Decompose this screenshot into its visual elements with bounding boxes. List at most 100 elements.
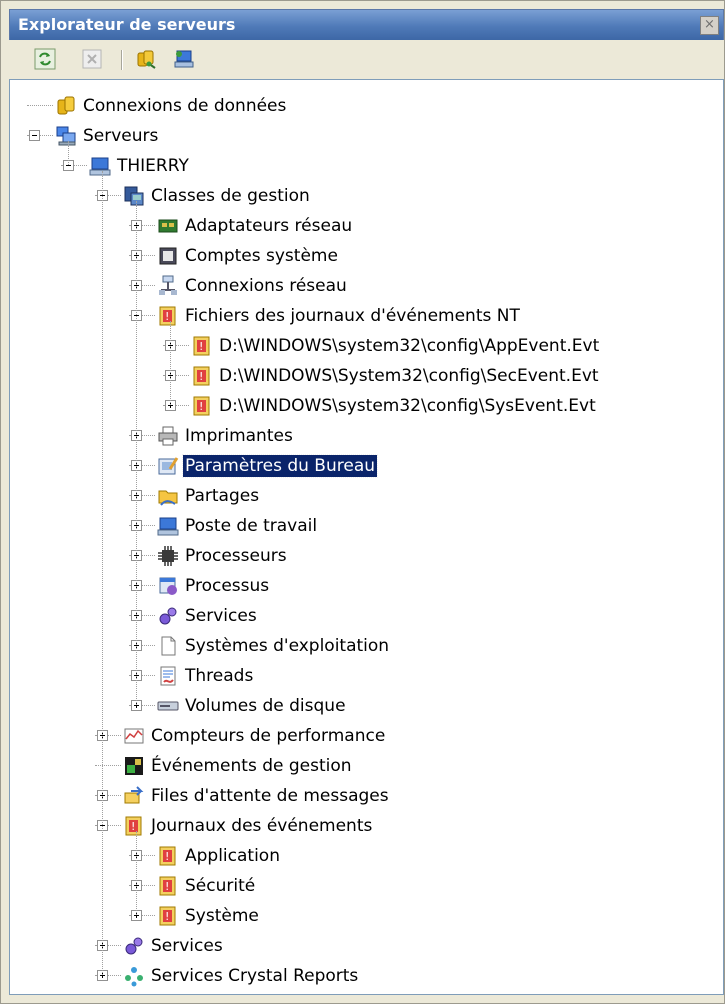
tree-node-label[interactable]: Connexions de données <box>81 95 288 117</box>
tree-node[interactable]: ! Journaux des événements <box>10 812 710 840</box>
event-log-icon: ! <box>123 815 145 837</box>
tree-node-label[interactable]: Processeurs <box>183 545 289 567</box>
system-account-icon <box>157 245 179 267</box>
tree-node-label[interactable]: Compteurs de performance <box>149 725 387 747</box>
network-card-icon <box>157 215 179 237</box>
toolbar <box>9 40 724 78</box>
title-bar[interactable]: Explorateur de serveurs × <box>9 9 724 41</box>
tree-node[interactable]: Compteurs de performance <box>10 722 710 750</box>
tree-node[interactable]: Services <box>10 602 710 630</box>
connect-server-button[interactable] <box>173 48 195 70</box>
tree-node[interactable]: Processus <box>10 572 710 600</box>
tree-connector <box>27 105 53 106</box>
tree-node-label[interactable]: Application <box>183 845 282 867</box>
tree-node-label[interactable]: Journaux des événements <box>149 815 374 837</box>
server-tree[interactable]: Connexions de données Serveurs THIERRY Clas… <box>9 79 724 995</box>
tree-node-label[interactable]: Services Crystal Reports <box>149 965 360 987</box>
computer-icon <box>89 155 111 177</box>
tree-node-label[interactable]: Services <box>183 605 259 627</box>
tree-guide-line <box>136 201 137 705</box>
process-icon <box>157 575 179 597</box>
collapse-icon[interactable] <box>29 130 40 141</box>
management-classes-icon <box>123 185 145 207</box>
svg-text:!: ! <box>199 340 203 353</box>
event-log-icon: ! <box>191 365 213 387</box>
tree-node-label[interactable]: Comptes système <box>183 245 340 267</box>
close-icon[interactable]: × <box>700 16 719 35</box>
tree-node[interactable]: Événements de gestion <box>10 752 710 780</box>
tree-node-label[interactable]: Files d'attente de messages <box>149 785 391 807</box>
tree-node[interactable]: Comptes système <box>10 242 710 270</box>
tree-node-label[interactable]: Sécurité <box>183 875 257 897</box>
tree-node[interactable]: ! D:\WINDOWS\system32\config\AppEvent.Evt <box>10 332 710 360</box>
tree-node[interactable]: Partages <box>10 482 710 510</box>
tree-node-label[interactable]: Adaptateurs réseau <box>183 215 354 237</box>
tree-node-label[interactable]: Volumes de disque <box>183 695 348 717</box>
tree-node[interactable]: ! Système <box>10 902 710 930</box>
refresh-button[interactable] <box>34 48 56 70</box>
svg-text:!: ! <box>199 370 203 383</box>
stop-icon <box>82 49 102 69</box>
message-queue-icon <box>123 785 145 807</box>
stop-refresh-button[interactable] <box>81 48 103 70</box>
tree-node-label[interactable]: Système <box>183 905 261 927</box>
desktop-settings-icon <box>157 455 179 477</box>
tree-node-label[interactable]: Serveurs <box>81 125 160 147</box>
performance-counter-icon <box>123 725 145 747</box>
tree-guide-line <box>136 831 137 915</box>
refresh-icon <box>34 48 56 70</box>
tree-node[interactable]: Volumes de disque <box>10 692 710 720</box>
connect-database-button[interactable] <box>135 48 157 70</box>
tree-node[interactable]: ! Fichiers des journaux d'événements NT <box>10 302 710 330</box>
tree-node[interactable]: ! Application <box>10 842 710 870</box>
tree-node[interactable]: Adaptateurs réseau <box>10 212 710 240</box>
tree-node[interactable]: Services <box>10 932 710 960</box>
event-log-icon: ! <box>157 305 179 327</box>
tree-node-label[interactable]: Connexions réseau <box>183 275 349 297</box>
crystal-reports-icon <box>123 965 145 987</box>
tree-node[interactable]: Files d'attente de messages <box>10 782 710 810</box>
tree-node[interactable]: Services Crystal Reports <box>10 962 710 990</box>
connect-database-icon <box>137 50 156 69</box>
tree-node-label[interactable]: D:\WINDOWS\System32\config\SecEvent.Evt <box>217 365 601 387</box>
tree-node[interactable]: ! Sécurité <box>10 872 710 900</box>
tree-node-label[interactable]: Partages <box>183 485 261 507</box>
svg-text:!: ! <box>165 310 169 323</box>
tree-node-label[interactable]: D:\WINDOWS\system32\config\SysEvent.Evt <box>217 395 598 417</box>
tree-node-label[interactable]: THIERRY <box>115 155 191 177</box>
tree-node[interactable]: Poste de travail <box>10 512 710 540</box>
tree-node-label[interactable]: Paramètres du Bureau <box>181 454 379 478</box>
tree-node[interactable]: ! D:\WINDOWS\System32\config\SecEvent.Evt <box>10 362 710 390</box>
tree-node[interactable]: Connexions de données <box>10 92 710 120</box>
tree-node[interactable]: Systèmes d'exploitation <box>10 632 710 660</box>
tree-node[interactable]: Processeurs <box>10 542 710 570</box>
database-icon <box>55 95 77 117</box>
tree-node-label[interactable]: Imprimantes <box>183 425 295 447</box>
event-log-icon: ! <box>191 395 213 417</box>
tree-guide-line <box>102 171 103 975</box>
tree-node[interactable]: Connexions réseau <box>10 272 710 300</box>
printer-icon <box>157 425 179 447</box>
svg-text:!: ! <box>165 850 169 863</box>
tree-node[interactable]: Serveurs <box>10 122 710 150</box>
tree-node-label[interactable]: Poste de travail <box>183 515 319 537</box>
tree-node-label[interactable]: Systèmes d'exploitation <box>183 635 391 657</box>
tree-node[interactable]: THIERRY <box>10 152 710 180</box>
tree-node-label[interactable]: Processus <box>183 575 271 597</box>
network-connection-icon <box>157 275 179 297</box>
tree-node-label[interactable]: Services <box>149 935 225 957</box>
disk-volume-icon <box>157 695 179 717</box>
tree-guide-line <box>68 141 69 165</box>
window-title: Explorateur de serveurs <box>18 15 236 34</box>
tree-node-label[interactable]: Événements de gestion <box>149 755 354 777</box>
tree-node[interactable]: Threads <box>10 662 710 690</box>
tree-node-label[interactable]: Fichiers des journaux d'événements NT <box>183 305 522 327</box>
management-events-icon <box>123 755 145 777</box>
tree-node[interactable]: Paramètres du Bureau <box>10 452 710 480</box>
tree-node-label[interactable]: Classes de gestion <box>149 185 312 207</box>
tree-node[interactable]: ! D:\WINDOWS\system32\config\SysEvent.Evt <box>10 392 710 420</box>
tree-node-label[interactable]: D:\WINDOWS\system32\config\AppEvent.Evt <box>217 335 601 357</box>
tree-node[interactable]: Imprimantes <box>10 422 710 450</box>
tree-node[interactable]: Classes de gestion <box>10 182 710 210</box>
tree-node-label[interactable]: Threads <box>183 665 255 687</box>
